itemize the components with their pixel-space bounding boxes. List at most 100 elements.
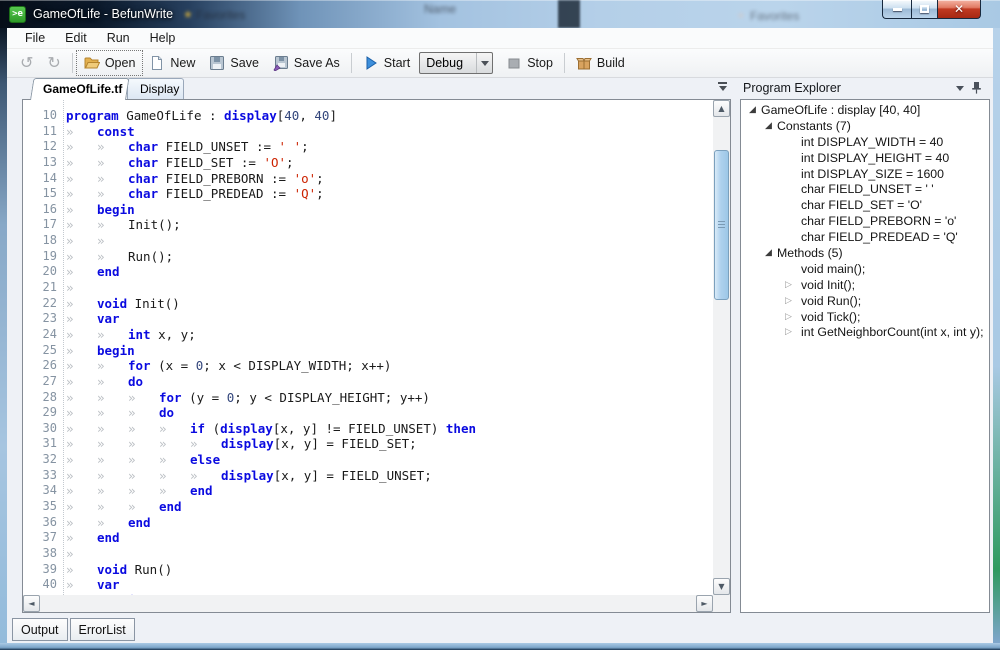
expander-collapsed-icon[interactable]: ▷ (785, 294, 792, 310)
code-line[interactable]: 20»end (23, 264, 713, 280)
tab-whitespace-mark: » (97, 186, 128, 202)
code-line[interactable]: 40»var (23, 577, 713, 593)
menu-run[interactable]: Run (97, 29, 140, 47)
line-number: 24 (23, 327, 57, 343)
vertical-scrollbar[interactable]: ▲ ▼ (713, 100, 730, 595)
save-button[interactable]: Save (202, 51, 266, 75)
tab-gameoflife[interactable]: GameOfLife.tf (30, 78, 126, 100)
expander-expanded-icon[interactable]: ◢ (765, 246, 772, 262)
code-line[interactable]: 12»»char FIELD_UNSET := ' '; (23, 139, 713, 155)
tree-item[interactable]: char FIELD_PREBORN = 'o' (741, 214, 989, 230)
expander-expanded-icon[interactable]: ◢ (765, 119, 772, 135)
code-line[interactable]: 10program GameOfLife : display[40, 40] (23, 108, 713, 124)
tree-item[interactable]: ▷void Tick(); (741, 310, 989, 326)
code-line[interactable]: 30»»»»if (display[x, y] != FIELD_UNSET) … (23, 421, 713, 437)
tree-item[interactable]: int DISPLAY_SIZE = 1600 (741, 167, 989, 183)
tree-item[interactable]: int DISPLAY_HEIGHT = 40 (741, 151, 989, 167)
code-line[interactable]: 26»»for (x = 0; x < DISPLAY_WIDTH; x++) (23, 358, 713, 374)
expander-collapsed-icon[interactable]: ▷ (785, 278, 792, 294)
code-line[interactable]: 33»»»»»display[x, y] = FIELD_UNSET; (23, 468, 713, 484)
code-line[interactable]: 15»»char FIELD_PREDEAD := 'Q'; (23, 186, 713, 202)
code-line[interactable]: 17»»Init(); (23, 217, 713, 233)
tab-whitespace-mark: » (97, 374, 128, 390)
tab-output[interactable]: Output (12, 618, 68, 641)
code-line[interactable]: 21» (23, 280, 713, 296)
code-line[interactable]: 27»»do (23, 374, 713, 390)
code-line[interactable]: 34»»»»end (23, 483, 713, 499)
code-line[interactable]: 37»end (23, 530, 713, 546)
line-number: 32 (23, 452, 57, 468)
blurred-favorites-icon: ★ (183, 8, 193, 21)
panel-menu-chevron-icon[interactable] (956, 86, 964, 95)
tree-item[interactable]: char FIELD_SET = 'O' (741, 198, 989, 214)
expander-collapsed-icon[interactable]: ▷ (785, 310, 792, 326)
save-as-button[interactable]: Save As (266, 51, 347, 75)
tree-item[interactable]: ◢Methods (5) (741, 246, 989, 262)
tree-item[interactable]: ◢Constants (7) (741, 119, 989, 135)
tree-item[interactable]: ◢GameOfLife : display [40, 40] (741, 103, 989, 119)
expander-collapsed-icon[interactable]: ▷ (785, 325, 792, 341)
vertical-scroll-thumb[interactable] (714, 150, 729, 300)
line-number: 40 (23, 577, 57, 593)
tree-item[interactable]: ▷void Run(); (741, 294, 989, 310)
tree-item[interactable]: char FIELD_UNSET = ' ' (741, 182, 989, 198)
maximize-button[interactable] (911, 0, 938, 19)
start-button[interactable]: Start (356, 51, 417, 75)
scroll-right-button[interactable]: ► (696, 595, 713, 612)
tree-item[interactable]: int DISPLAY_WIDTH = 40 (741, 135, 989, 151)
tab-overflow-menu-icon[interactable] (717, 81, 728, 92)
code-line[interactable]: 39»void Run() (23, 562, 713, 578)
undo-button[interactable]: ↺ (13, 51, 40, 75)
open-button[interactable]: Open (77, 51, 143, 75)
expander-expanded-icon[interactable]: ◢ (749, 103, 756, 119)
tab-whitespace-mark: » (66, 186, 97, 202)
code-line[interactable]: 35»»»end (23, 499, 713, 515)
code-line[interactable]: 32»»»»else (23, 452, 713, 468)
scroll-down-button[interactable]: ▼ (713, 578, 730, 595)
tab-errorlist[interactable]: ErrorList (70, 618, 135, 641)
tab-whitespace-mark: » (159, 468, 190, 484)
redo-button[interactable]: ↻ (40, 51, 67, 75)
code-line[interactable]: 28»»»for (y = 0; y < DISPLAY_HEIGHT; y++… (23, 390, 713, 406)
code-line[interactable]: 14»»char FIELD_PREBORN := 'o'; (23, 171, 713, 187)
code-line[interactable]: 23»var (23, 311, 713, 327)
tree-item[interactable]: void main(); (741, 262, 989, 278)
code-editor: 10program GameOfLife : display[40, 40]11… (22, 99, 731, 613)
code-viewport[interactable]: 10program GameOfLife : display[40, 40]11… (23, 100, 713, 595)
code-line[interactable]: 22»void Init() (23, 296, 713, 312)
menu-edit[interactable]: Edit (55, 29, 97, 47)
build-button[interactable]: Build (569, 51, 632, 75)
title-bar[interactable]: ★ Favorites Name ★ Favorites >e GameOfLi… (0, 0, 1000, 28)
code-line[interactable]: 31»»»»»display[x, y] = FIELD_SET; (23, 436, 713, 452)
new-button[interactable]: New (142, 51, 202, 75)
code-line[interactable]: 13»»char FIELD_SET := 'O'; (23, 155, 713, 171)
code-line[interactable]: 16»begin (23, 202, 713, 218)
combo-dropdown[interactable] (476, 53, 492, 73)
close-button[interactable]: ✕ (938, 0, 981, 19)
code-line[interactable]: 19»»Run(); (23, 249, 713, 265)
menu-file[interactable]: File (15, 29, 55, 47)
horizontal-scrollbar[interactable]: ◄ ► (23, 595, 713, 612)
code-text: »begin (57, 202, 135, 218)
pin-icon[interactable] (971, 81, 982, 95)
stop-button[interactable]: Stop (499, 51, 560, 75)
tree-item[interactable]: ▷int GetNeighborCount(int x, int y); (741, 325, 989, 341)
code-line[interactable]: 25»begin (23, 343, 713, 359)
code-line[interactable]: 11»const (23, 124, 713, 140)
code-line[interactable]: 18»» (23, 233, 713, 249)
menu-help[interactable]: Help (140, 29, 186, 47)
tab-display[interactable]: Display (127, 78, 184, 99)
code-line[interactable]: 38» (23, 546, 713, 562)
scroll-up-button[interactable]: ▲ (713, 100, 730, 117)
code-line[interactable]: 24»»int x, y; (23, 327, 713, 343)
tree-item-label: int DISPLAY_WIDTH = 40 (801, 135, 943, 151)
bottom-panel-tabs: Output ErrorList (12, 618, 135, 641)
tab-whitespace-mark: » (190, 436, 221, 452)
tree-item[interactable]: ▷void Init(); (741, 278, 989, 294)
minimize-button[interactable] (882, 0, 911, 19)
code-line[interactable]: 29»»»do (23, 405, 713, 421)
scroll-left-button[interactable]: ◄ (23, 595, 40, 612)
code-line[interactable]: 36»»end (23, 515, 713, 531)
tree-item[interactable]: char FIELD_PREDEAD = 'Q' (741, 230, 989, 246)
run-mode-select[interactable]: Debug (419, 52, 493, 74)
